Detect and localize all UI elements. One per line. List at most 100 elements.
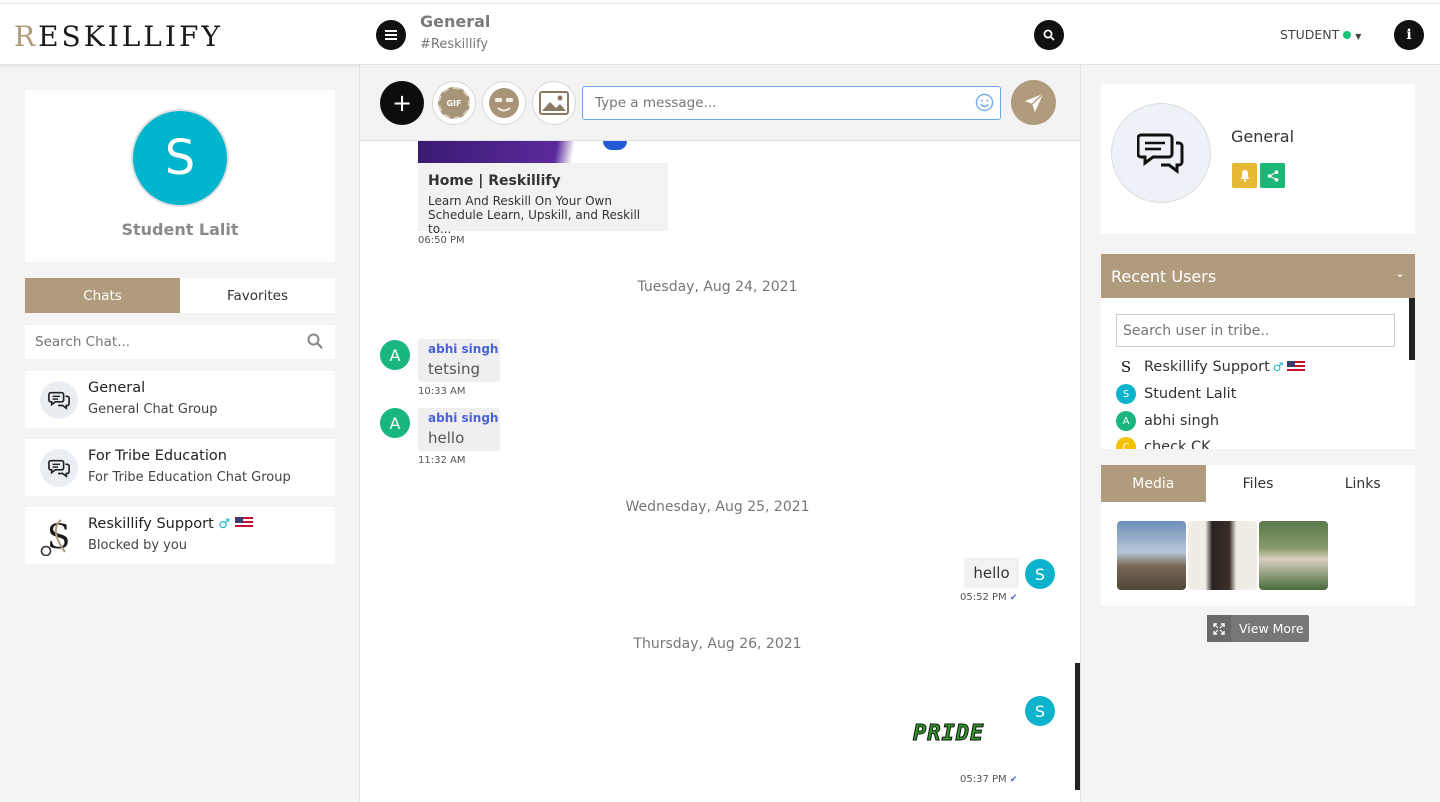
support-logo-icon: S: [39, 516, 79, 557]
image-upload-button[interactable]: [532, 81, 576, 125]
male-icon: ♂: [1272, 360, 1284, 374]
avatar: A: [1116, 411, 1136, 431]
media-thumbnail[interactable]: [1259, 521, 1328, 590]
link-preview-description: Learn And Reskill On Your Own Schedule L…: [428, 194, 641, 236]
notification-bell-button[interactable]: [1232, 163, 1257, 188]
channel-tag: #Reskillify: [420, 37, 489, 52]
search-icon[interactable]: [307, 333, 323, 353]
chat-subtitle: General Chat Group: [88, 402, 218, 417]
user-item[interactable]: C check CK: [1116, 436, 1211, 449]
add-attachment-button[interactable]: +: [380, 81, 424, 125]
avatar[interactable]: S: [131, 109, 229, 207]
media-thumbnail[interactable]: [1117, 521, 1186, 590]
avatar[interactable]: A: [380, 340, 410, 370]
user-search-input[interactable]: [1117, 315, 1387, 346]
user-name: check CK: [1144, 439, 1211, 449]
avatar[interactable]: S: [1025, 696, 1055, 726]
link-preview-card[interactable]: Home | Reskillify Learn And Reskill On Y…: [418, 141, 668, 236]
avatar[interactable]: A: [380, 408, 410, 438]
message-bubble: hello: [964, 558, 1019, 588]
logo-text: ESKILLIFY: [38, 20, 223, 53]
tab-media[interactable]: Media: [1101, 465, 1206, 502]
emoji-sticker-button[interactable]: [482, 81, 526, 125]
chat-list-item-support[interactable]: S Reskillify Support ♂ Blocked by you: [25, 507, 335, 564]
role-dropdown[interactable]: STUDENT ▼: [1280, 27, 1361, 42]
info-icon[interactable]: i: [1394, 20, 1424, 50]
date-separator: Thursday, Aug 26, 2021: [633, 636, 802, 652]
search-icon[interactable]: [1034, 20, 1064, 50]
chat-group-icon: [40, 449, 78, 487]
tab-links[interactable]: Links: [1310, 465, 1415, 502]
logo-r: R: [14, 20, 39, 53]
user-name: Reskillify Support: [1144, 359, 1270, 375]
chat-list-item-tribe-education[interactable]: For Tribe Education For Tribe Education …: [25, 439, 335, 496]
shared-media-card: Media Files Links: [1101, 465, 1415, 606]
recent-users-panel: S Reskillify Support ♂ S Student Lalit A…: [1101, 298, 1415, 449]
user-item[interactable]: A abhi singh: [1116, 410, 1219, 432]
date-separator: Tuesday, Aug 24, 2021: [637, 279, 798, 295]
message-input[interactable]: [583, 87, 963, 118]
message-time-row: 05:37 PM ✔: [960, 774, 1017, 785]
us-flag-icon: [1286, 361, 1305, 373]
recent-users-header[interactable]: Recent Users ⌄: [1101, 254, 1415, 298]
scrollbar[interactable]: [1409, 298, 1415, 360]
date-separator: Wednesday, Aug 25, 2021: [625, 499, 810, 515]
message-time-row: 05:52 PM ✔: [960, 592, 1017, 603]
emoji-icon[interactable]: [975, 93, 994, 116]
read-check-icon: ✔: [1009, 593, 1018, 603]
send-button[interactable]: [1011, 80, 1056, 125]
link-preview-title: Home | Reskillify: [428, 173, 561, 189]
avatar: S: [1116, 384, 1136, 404]
reskillify-logo[interactable]: RESKILLIFY: [14, 20, 223, 53]
message-time: 11:32 AM: [418, 455, 466, 466]
group-chat-icon: [1111, 103, 1211, 203]
role-label: STUDENT: [1280, 27, 1340, 42]
chat-list-item-general[interactable]: General General Chat Group: [25, 371, 335, 428]
message-text: tetsing: [428, 360, 481, 378]
expand-icon: [1207, 615, 1231, 642]
group-name: General: [1231, 127, 1295, 146]
user-item[interactable]: S Reskillify Support ♂: [1116, 356, 1305, 378]
male-icon: ♂: [218, 517, 231, 532]
tab-chats[interactable]: Chats: [25, 278, 180, 313]
message-composer: + GIF: [360, 65, 1080, 141]
sticker-image[interactable]: PRIDE: [912, 721, 984, 747]
avatar[interactable]: S: [1025, 559, 1055, 589]
chat-title: For Tribe Education: [88, 448, 227, 464]
send-icon: [1024, 92, 1044, 112]
chevron-down-icon: ▼: [1355, 32, 1362, 41]
message-time: 05:37 PM: [960, 774, 1007, 785]
view-more-button[interactable]: View More: [1207, 615, 1309, 642]
view-more-label: View More: [1239, 621, 1304, 636]
share-button[interactable]: [1260, 163, 1285, 188]
message-sender[interactable]: abhi singh: [428, 342, 498, 356]
message-text: hello: [428, 429, 465, 447]
chevron-down-icon[interactable]: ⌄: [1395, 266, 1405, 280]
chat-title-row: Reskillify Support ♂: [88, 516, 253, 532]
sticker-face-icon: [489, 88, 519, 118]
menu-icon[interactable]: [376, 20, 406, 50]
user-name: abhi singh: [1144, 413, 1220, 429]
tab-favorites[interactable]: Favorites: [180, 278, 335, 313]
chat-group-icon: [40, 381, 78, 419]
chat-title: General: [88, 380, 146, 396]
share-icon: [1267, 169, 1278, 182]
user-name: Student Lalit: [1144, 386, 1237, 402]
gif-button[interactable]: GIF: [432, 81, 476, 125]
read-check-icon: ✔: [1009, 775, 1018, 785]
message-bubble: abhi singh tetsing: [418, 339, 500, 382]
media-thumbnail[interactable]: [1188, 521, 1257, 590]
gif-icon: GIF: [438, 87, 470, 119]
message-bubble: abhi singh hello: [418, 408, 500, 451]
message-list: Home | Reskillify Learn And Reskill On Y…: [360, 141, 1080, 802]
link-preview-image: [418, 141, 668, 163]
profile-card: S Student Lalit: [25, 90, 335, 262]
user-item[interactable]: S Student Lalit: [1116, 383, 1236, 405]
user-search: [1116, 314, 1395, 347]
avatar: C: [1116, 437, 1136, 449]
message-time: 10:33 AM: [418, 386, 466, 397]
tab-files[interactable]: Files: [1206, 465, 1311, 502]
chat-search-input[interactable]: [25, 325, 285, 359]
us-flag-icon: [234, 517, 253, 529]
message-sender[interactable]: abhi singh: [428, 411, 498, 425]
